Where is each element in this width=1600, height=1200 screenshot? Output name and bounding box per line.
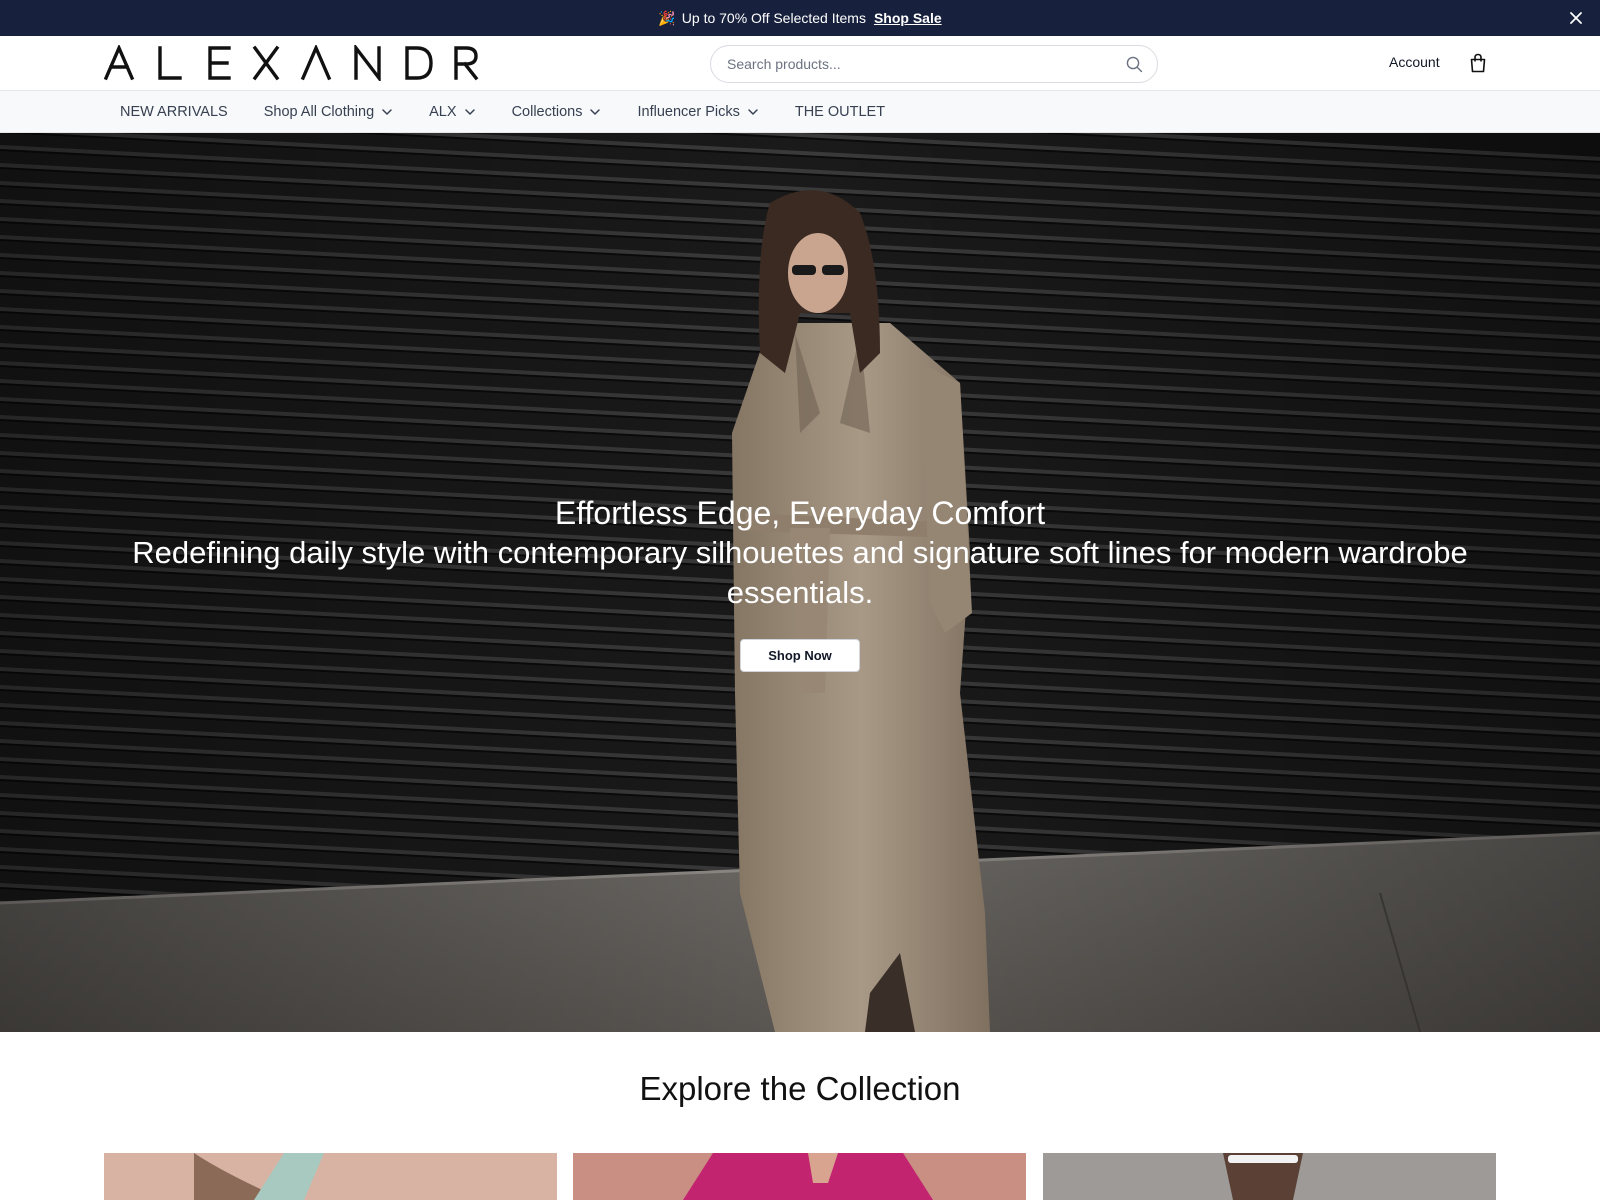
alexandra-logo[interactable] — [104, 45, 480, 81]
hero-title: Effortless Edge, Everyday Comfort — [554, 495, 1046, 531]
collection-card[interactable] — [573, 1153, 1026, 1200]
section-title: Explore the Collection — [639, 1070, 961, 1107]
nav-item-label: Collections — [511, 103, 583, 120]
hero-subtitle: Redefining daily style with contemporary… — [132, 535, 1468, 610]
nav-item-new-arrivals[interactable]: NEW ARRIVALS — [120, 104, 228, 120]
collection-card[interactable] — [104, 1153, 557, 1200]
shop-now-button[interactable]: Shop Now — [740, 639, 860, 672]
collection-card-image — [104, 1153, 557, 1200]
shopping-bag-icon[interactable] — [1469, 53, 1487, 73]
site-header: Account — [0, 36, 1600, 91]
search-input[interactable] — [727, 56, 1125, 72]
collection-card-image — [573, 1153, 1026, 1200]
nav-item-collections[interactable]: Collections — [512, 104, 602, 120]
nav-item-label: ALX — [429, 103, 457, 120]
nav-item-alx[interactable]: ALX — [429, 104, 475, 120]
chevron-down-icon — [748, 108, 758, 115]
party-popper-icon: 🎉 — [658, 9, 676, 26]
nav-item-label: Shop All Clothing — [263, 103, 375, 120]
search-icon[interactable] — [1125, 55, 1143, 73]
chevron-down-icon — [464, 108, 475, 115]
hero-text: Effortless Edge, Everyday Comfort Redefi… — [0, 493, 1600, 613]
nav-item-label: NEW ARRIVALS — [120, 103, 228, 120]
nav-item-shop-all-clothing[interactable]: Shop All Clothing — [264, 104, 393, 120]
nav-item-influencer-picks[interactable]: Influencer Picks — [637, 104, 758, 120]
nav-item-the-outlet[interactable]: THE OUTLET — [795, 104, 885, 120]
nav-item-label: Influencer Picks — [637, 103, 740, 120]
account-link[interactable]: Account — [1389, 54, 1440, 70]
search-bar[interactable] — [710, 45, 1158, 83]
announcement-bar: 🎉 Up to 70% Off Selected Items Shop Sale — [0, 0, 1600, 36]
announcement-text: Up to 70% Off Selected Items — [681, 10, 866, 26]
main-nav: NEW ARRIVALS Shop All Clothing ALX Colle… — [0, 91, 1600, 133]
shop-sale-link[interactable]: Shop Sale — [874, 10, 942, 26]
close-icon[interactable] — [1566, 8, 1586, 28]
chevron-down-icon — [590, 108, 601, 115]
nav-item-label: THE OUTLET — [794, 103, 886, 120]
hero-banner: Effortless Edge, Everyday Comfort Redefi… — [0, 133, 1600, 1032]
collection-card-image — [1043, 1153, 1496, 1200]
collection-card[interactable] — [1043, 1153, 1496, 1200]
chevron-down-icon — [382, 108, 392, 115]
